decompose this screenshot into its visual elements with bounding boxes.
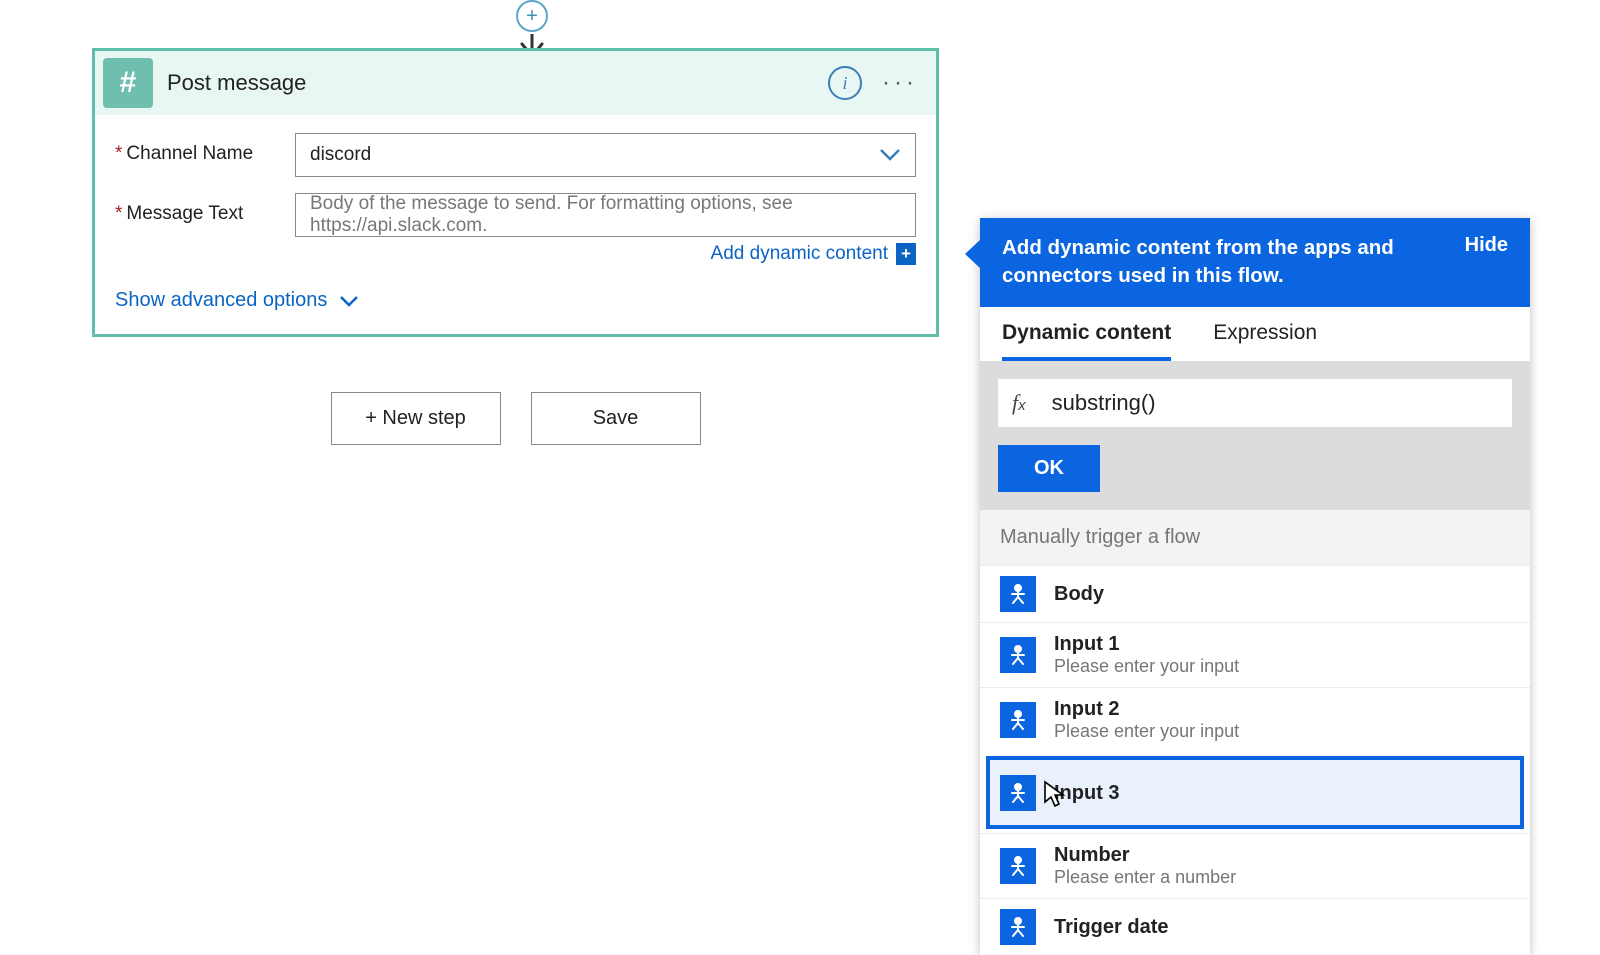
trigger-icon xyxy=(1000,576,1036,612)
field-row-message: *Message Text Body of the message to sen… xyxy=(115,193,916,265)
dynamic-content-item[interactable]: NumberPlease enter a number xyxy=(980,833,1530,898)
dynamic-content-item[interactable]: Input 2Please enter your input xyxy=(980,687,1530,752)
dynamic-content-item-label: Body xyxy=(1054,583,1104,606)
dynamic-content-item-label: Trigger date xyxy=(1054,916,1168,939)
channel-name-value: discord xyxy=(310,144,371,166)
message-text-input[interactable]: Body of the message to send. For formatt… xyxy=(295,193,916,237)
action-title: Post message xyxy=(167,70,828,96)
panel-pointer-icon xyxy=(965,240,980,268)
expression-input[interactable]: fx substring() xyxy=(998,379,1512,427)
panel-tabs: Dynamic content Expression xyxy=(980,307,1530,361)
dynamic-content-item-label: Input 1 xyxy=(1054,633,1239,656)
chevron-down-icon xyxy=(879,148,901,162)
plus-icon: + xyxy=(526,5,538,28)
tab-expression[interactable]: Expression xyxy=(1213,321,1317,361)
info-icon[interactable]: i xyxy=(828,66,862,100)
save-button[interactable]: Save xyxy=(531,392,701,445)
dynamic-content-item-desc: Please enter your input xyxy=(1054,721,1239,742)
add-step-between-button[interactable]: + xyxy=(516,0,548,32)
message-placeholder: Body of the message to send. For formatt… xyxy=(310,193,901,237)
channel-name-label: *Channel Name xyxy=(115,133,295,165)
dynamic-group-title: Manually trigger a flow xyxy=(980,510,1530,565)
action-card-header[interactable]: # Post message i ··· xyxy=(95,51,936,115)
tab-dynamic-content[interactable]: Dynamic content xyxy=(1002,321,1171,361)
dynamic-content-item-label: Input 2 xyxy=(1054,698,1239,721)
trigger-icon xyxy=(1000,702,1036,738)
add-dynamic-content-link[interactable]: Add dynamic content + xyxy=(711,243,916,265)
new-step-button[interactable]: + New step xyxy=(331,392,501,445)
dynamic-content-panel: Add dynamic content from the apps and co… xyxy=(980,218,1530,955)
dynamic-content-item-desc: Please enter a number xyxy=(1054,867,1236,888)
dynamic-content-item-desc: Please enter your input xyxy=(1054,656,1239,677)
more-actions-button[interactable]: ··· xyxy=(878,69,922,97)
show-advanced-options-link[interactable]: Show advanced options xyxy=(115,289,359,312)
dynamic-content-item-label: Input 3 xyxy=(1054,782,1120,805)
trigger-icon xyxy=(1000,848,1036,884)
message-text-label: *Message Text xyxy=(115,193,295,225)
field-row-channel: *Channel Name discord xyxy=(115,133,916,177)
chevron-down-icon xyxy=(339,295,359,307)
action-card-post-message: # Post message i ··· *Channel Name disco… xyxy=(92,48,939,337)
fx-icon: fx xyxy=(1012,390,1026,416)
dynamic-content-item[interactable]: Trigger date xyxy=(980,898,1530,955)
channel-name-select[interactable]: discord xyxy=(295,133,916,177)
panel-header: Add dynamic content from the apps and co… xyxy=(980,218,1530,307)
dynamic-content-item[interactable]: Body xyxy=(980,565,1530,622)
slack-icon: # xyxy=(103,58,153,108)
dynamic-content-item[interactable]: Input 1Please enter your input xyxy=(980,622,1530,687)
trigger-icon xyxy=(1000,775,1036,811)
dynamic-content-item[interactable]: Input 3 xyxy=(986,756,1524,829)
trigger-icon xyxy=(1000,637,1036,673)
panel-header-text: Add dynamic content from the apps and co… xyxy=(1002,234,1432,289)
trigger-icon xyxy=(1000,909,1036,945)
dynamic-content-list: BodyInput 1Please enter your inputInput … xyxy=(980,565,1530,955)
expression-value: substring() xyxy=(1052,390,1156,416)
expression-area: fx substring() OK xyxy=(980,361,1530,510)
dynamic-content-item-label: Number xyxy=(1054,844,1236,867)
flow-footer-buttons: + New step Save xyxy=(92,392,939,445)
ok-button[interactable]: OK xyxy=(998,445,1100,492)
action-card-body: *Channel Name discord *Message Text Body… xyxy=(95,115,936,334)
add-dynamic-plus-icon: + xyxy=(896,243,916,265)
hide-panel-button[interactable]: Hide xyxy=(1465,234,1508,257)
